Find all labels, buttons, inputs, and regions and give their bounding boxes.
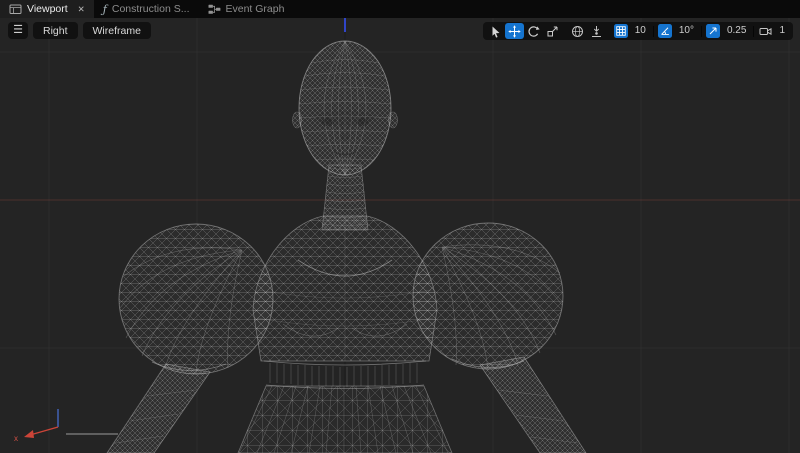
grid-snap-toggle[interactable] [612,23,631,39]
viewport-scene: x [0,18,800,453]
camera-speed-button[interactable] [756,23,775,39]
scale-icon [546,25,559,38]
close-icon[interactable]: ✕ [78,4,85,15]
camera-icon [759,25,772,38]
angle-snap-value[interactable]: 10° [675,22,699,40]
tab-event-graph[interactable]: Event Graph [199,0,294,18]
grid-snap-value[interactable]: 10 [631,22,651,40]
hamburger-icon: ☰ [13,25,23,36]
scale-snap-value[interactable]: 0.25 [723,22,751,40]
character-mesh [107,41,586,453]
surface-snap-button[interactable] [587,23,606,39]
rotate-tool-button[interactable] [524,23,543,39]
globe-icon [571,25,584,38]
angle-snap-toggle[interactable] [656,23,675,39]
viewport-tab-icon [9,4,22,15]
render-mode-button[interactable]: Wireframe [83,22,151,39]
grid-snap-icon [614,24,628,38]
viewport-options-button[interactable]: ☰ [8,22,28,39]
surface-snap-icon [590,25,603,38]
function-icon: ƒ [103,4,107,15]
character-head [293,41,398,175]
tab-bar: Viewport ✕ ƒ Construction S... Event Gra… [0,0,800,18]
character-skirt [238,386,452,453]
tab-construction-script[interactable]: ƒ Construction S... [94,0,199,18]
tab-label: Viewport [27,3,68,15]
scale-tool-button[interactable] [543,23,562,39]
viewport-panel[interactable]: x ☰ Right Wireframe [0,18,800,453]
select-tool-button[interactable] [486,23,505,39]
select-icon [489,25,502,38]
tab-label: Construction S... [112,3,190,15]
toolbar-separator [753,26,754,37]
viewport-controls-left: ☰ Right Wireframe [8,22,151,39]
axis-x-label: x [14,434,18,443]
transform-toolbar: 10 10° 0.25 1 [483,22,793,40]
camera-speed-value[interactable]: 1 [775,22,790,40]
angle-snap-icon [658,24,672,38]
scale-snap-icon [706,24,720,38]
event-graph-icon [208,4,221,15]
move-icon [508,25,521,38]
tab-label: Event Graph [226,3,285,15]
scale-snap-toggle[interactable] [704,23,723,39]
toolbar-separator [701,26,702,37]
axis-gizmo: x [14,409,118,443]
tab-viewport[interactable]: Viewport ✕ [0,0,94,18]
translate-tool-button[interactable] [505,23,524,39]
rotate-icon [527,25,540,38]
toolbar-separator [653,26,654,37]
coordinate-system-button[interactable] [568,23,587,39]
blueprint-editor-window: Viewport ✕ ƒ Construction S... Event Gra… [0,0,800,453]
view-mode-button[interactable]: Right [33,22,78,39]
